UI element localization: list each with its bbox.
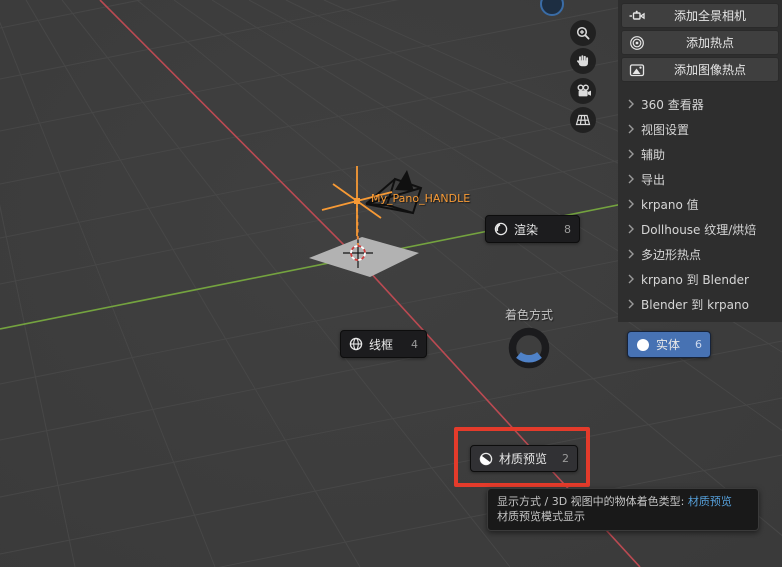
- pie-item-hotkey: 4: [411, 337, 418, 351]
- pie-item-label: 渲染: [514, 222, 539, 237]
- pie-direction-arc: [516, 351, 542, 363]
- tooltip-line-2: 材质预览模式显示: [497, 510, 585, 523]
- panel-label: Blender 到 krpano: [641, 297, 749, 312]
- tooltip-value-highlight: 材质预览: [687, 495, 732, 508]
- pie-item-label: 实体: [656, 338, 681, 352]
- chevron-right-icon: [628, 124, 634, 134]
- pano-camera-icon: [628, 8, 646, 24]
- chevron-right-icon: [628, 99, 634, 109]
- tooltip: 显示方式 / 3D 视图中的物体着色类型: 材质预览 材质预览模式显示: [487, 488, 759, 531]
- add-pano-camera-label: 添加全景相机: [673, 9, 746, 23]
- sidebar-panel: 添加全景相机 添加热点 添加图像热点 360 查看器 视图设置 辅助 导出 kr…: [618, 0, 782, 322]
- movie-camera-icon: [576, 84, 591, 97]
- magnifier-plus-icon: [576, 26, 590, 40]
- camera-view-button[interactable]: [570, 78, 596, 104]
- solid-sphere-icon: [637, 338, 649, 351]
- pie-item-solid[interactable]: 实体 6: [627, 331, 711, 358]
- pan-tool-button[interactable]: [570, 48, 596, 74]
- hotspot-target-icon: [628, 35, 646, 51]
- chevron-right-icon: [628, 224, 634, 234]
- panel-blender-to-krpano[interactable]: Blender 到 krpano: [628, 294, 778, 314]
- panel-export[interactable]: 导出: [628, 169, 778, 189]
- panel-label: 辅助: [641, 147, 666, 162]
- panel-assist[interactable]: 辅助: [628, 144, 778, 164]
- pie-item-render[interactable]: 渲染 8: [485, 215, 580, 243]
- panel-label: krpano 值: [641, 197, 699, 212]
- panel-label: 视图设置: [641, 122, 690, 137]
- add-hotspot-button[interactable]: 添加热点: [621, 30, 779, 55]
- panel-krpano-values[interactable]: krpano 值: [628, 194, 778, 214]
- panel-label: Dollhouse 纹理/烘焙: [641, 222, 757, 237]
- panel-krpano-to-blender[interactable]: krpano 到 Blender: [628, 269, 778, 289]
- perspective-toggle-button[interactable]: [570, 107, 596, 133]
- chevron-right-icon: [628, 249, 634, 259]
- pie-item-hotkey: 6: [695, 338, 702, 351]
- grid-icon: [575, 114, 591, 126]
- image-icon: [628, 62, 646, 78]
- navigation-gizmo-axis-ball[interactable]: [538, 0, 566, 18]
- add-hotspot-label: 添加热点: [685, 36, 734, 50]
- hand-icon: [577, 55, 589, 67]
- chevron-right-icon: [628, 174, 634, 184]
- panel-label: 导出: [641, 172, 666, 187]
- panel-dollhouse-bake[interactable]: Dollhouse 纹理/烘焙: [628, 219, 778, 239]
- tooltip-line-1: 显示方式 / 3D 视图中的物体着色类型: 材质预览: [497, 495, 732, 508]
- pie-item-hotkey: 8: [564, 222, 571, 236]
- pie-menu-title: 着色方式: [504, 308, 553, 322]
- object-name-label: My_Pano_HANDLE: [371, 192, 471, 205]
- panel-view-settings[interactable]: 视图设置: [628, 119, 778, 139]
- pie-item-label: 线框: [369, 337, 394, 352]
- zoom-tool-button[interactable]: [570, 20, 596, 46]
- add-pano-camera-button[interactable]: 添加全景相机: [621, 3, 779, 28]
- annotation-highlight-box: [454, 427, 590, 487]
- panel-label: 多边形热点: [641, 247, 702, 262]
- panel-polygon-hotspot[interactable]: 多边形热点: [628, 244, 778, 264]
- chevron-right-icon: [628, 199, 634, 209]
- wireframe-sphere-icon: [349, 337, 363, 351]
- chevron-right-icon: [628, 149, 634, 159]
- panel-label: krpano 到 Blender: [641, 272, 749, 287]
- add-image-hotspot-button[interactable]: 添加图像热点: [621, 57, 779, 82]
- panel-label: 360 查看器: [641, 97, 704, 112]
- pie-menu-center[interactable]: [505, 324, 553, 372]
- render-sphere-icon: [494, 222, 508, 236]
- chevron-right-icon: [628, 299, 634, 309]
- pie-item-wireframe[interactable]: 线框 4: [340, 330, 427, 358]
- add-image-hotspot-label: 添加图像热点: [673, 63, 746, 77]
- panel-360-viewer[interactable]: 360 查看器: [628, 94, 778, 114]
- chevron-right-icon: [628, 274, 634, 284]
